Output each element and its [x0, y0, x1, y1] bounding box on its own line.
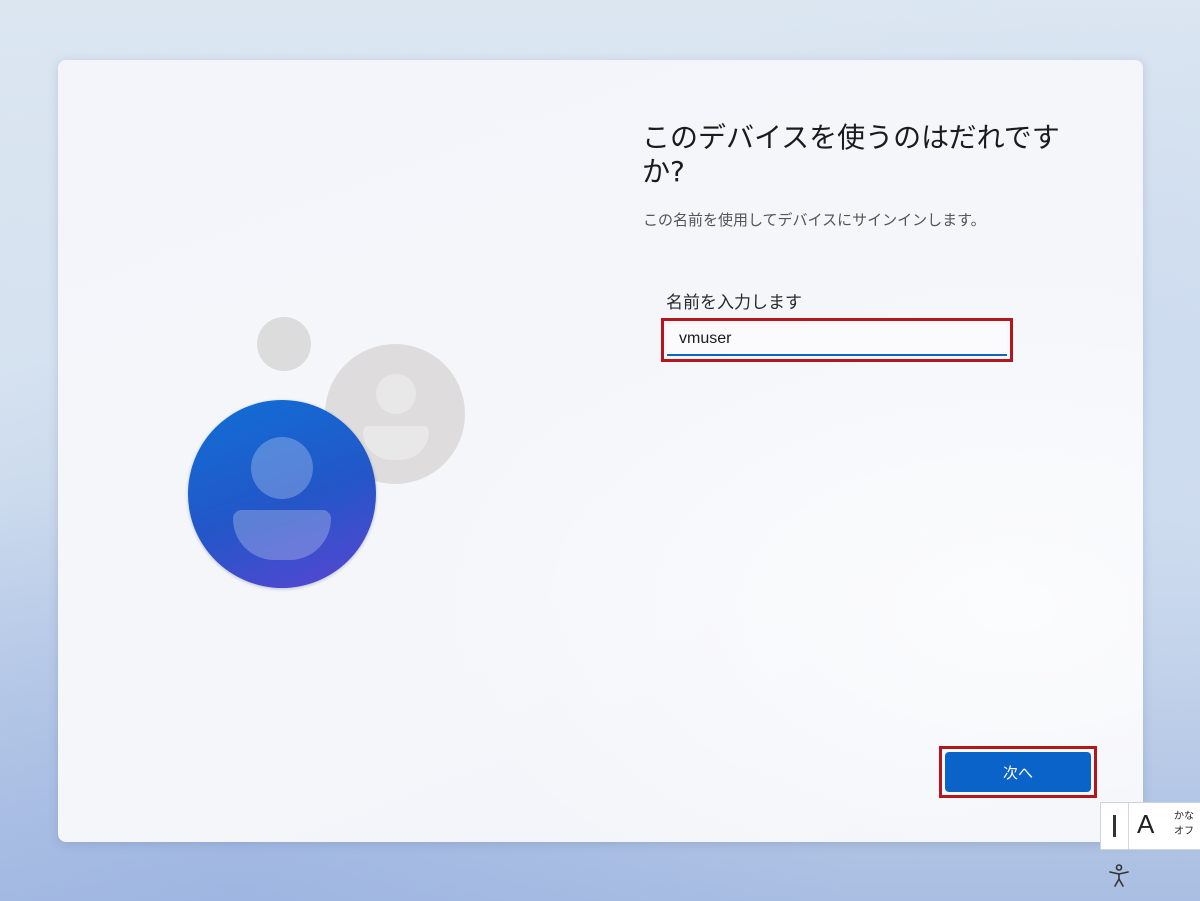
name-field-label: 名前を入力します	[666, 293, 802, 313]
page-subtitle: この名前を使用してデバイスにサインインします。	[643, 211, 986, 229]
name-field-highlight	[661, 318, 1013, 362]
name-input[interactable]	[667, 324, 1007, 356]
decorative-dot	[257, 317, 311, 371]
ime-indicator[interactable]: A かな オフ	[1100, 802, 1200, 850]
next-button-highlight: 次へ	[939, 746, 1097, 798]
ime-kana-status[interactable]: かな オフ	[1174, 809, 1200, 839]
page-title: このデバイスを使うのはだれですか?	[642, 121, 1060, 188]
ime-mode-char[interactable]: A	[1137, 809, 1154, 840]
text-cursor-icon	[1113, 815, 1116, 837]
accessibility-icon[interactable]	[1108, 864, 1130, 888]
setup-card: このデバイスを使うのはだれですか? この名前を使用してデバイスにサインインします…	[58, 60, 1143, 842]
user-avatar-icon	[188, 400, 376, 588]
next-button[interactable]: 次へ	[945, 752, 1091, 792]
